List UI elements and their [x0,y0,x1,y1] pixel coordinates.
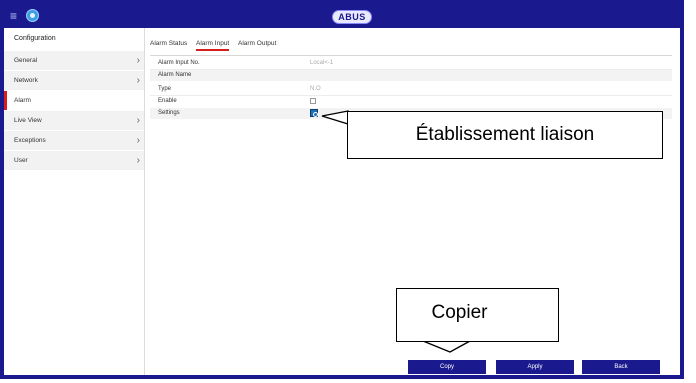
settings-callout-text: Établissement liaison [415,124,595,145]
copy-callout-text: Copier [431,302,488,323]
copy-callout-pointer [422,340,471,353]
settings-callout-pointer [321,110,349,125]
settings-callout: Établissement liaison [347,111,663,159]
copy-callout: Copier [396,288,559,342]
callout-pointers [321,110,471,353]
